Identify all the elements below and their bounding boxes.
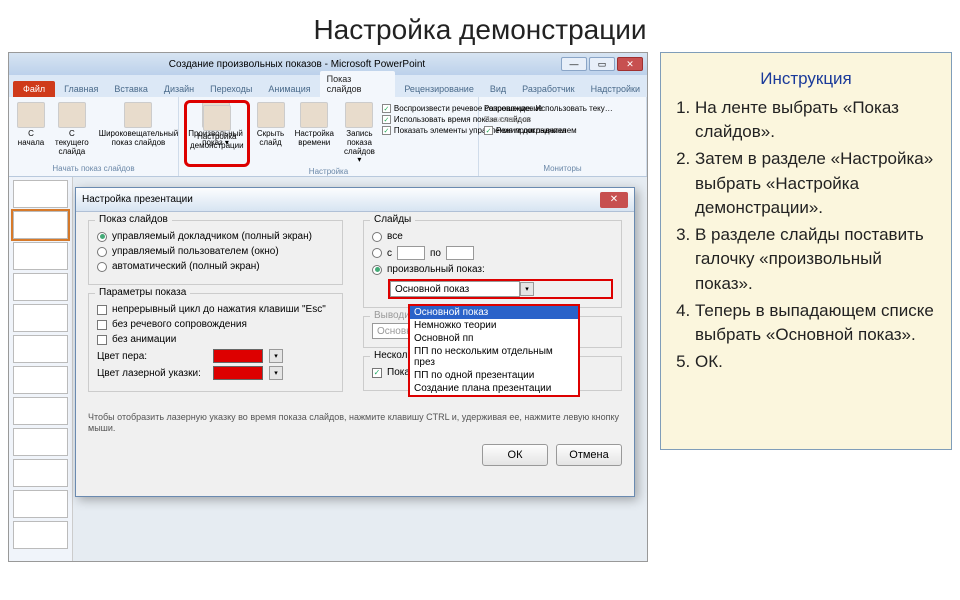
- custom-show-dropdown[interactable]: Основной показ Немножко теории Основной …: [408, 304, 580, 397]
- pen-color-row[interactable]: Цвет пера:▾: [97, 349, 334, 363]
- presenter-view-check[interactable]: ✓Режим докладчика: [484, 126, 641, 135]
- radio-custom-show[interactable]: произвольный показ:: [372, 264, 613, 275]
- check-loop[interactable]: непрерывный цикл до нажатия клавиши "Esc…: [97, 304, 334, 315]
- thumb-3[interactable]: [13, 242, 68, 270]
- hide-slide-button[interactable]: Скрыть слайд: [254, 100, 288, 167]
- custom-show-combo[interactable]: Основной показ ▾: [388, 279, 613, 299]
- dialog-note: Чтобы отобразить лазерную указку во врем…: [76, 408, 634, 438]
- setup-show-dialog: Настройка презентации ✕ Показ слайдов уп…: [75, 187, 635, 497]
- instruction-panel: Инструкция На ленте выбрать «Показ слайд…: [660, 52, 952, 450]
- maximize-button[interactable]: ▭: [589, 57, 615, 71]
- group-monitors-label: Мониторы: [484, 164, 641, 173]
- tab-slideshow[interactable]: Показ слайдов: [320, 71, 396, 97]
- group-setup-label: Настройка: [184, 167, 473, 176]
- broadcast-button[interactable]: Широковещательный показ слайдов: [96, 100, 181, 158]
- radio-auto[interactable]: автоматический (полный экран): [97, 261, 334, 272]
- dropdown-option[interactable]: ПП по нескольким отдельным през: [410, 345, 578, 369]
- minimize-button[interactable]: —: [561, 57, 587, 71]
- dialog-title: Настройка презентации: [82, 194, 193, 205]
- tab-insert[interactable]: Вставка: [107, 81, 154, 97]
- close-button[interactable]: ✕: [617, 57, 643, 71]
- tab-view[interactable]: Вид: [483, 81, 513, 97]
- ok-button[interactable]: ОК: [482, 444, 548, 466]
- show-options-legend: Параметры показа: [95, 287, 190, 298]
- from-spin[interactable]: [397, 246, 425, 260]
- instruction-step: В разделе слайды поставить галочку «прои…: [695, 223, 935, 297]
- thumb-12[interactable]: [13, 521, 68, 549]
- tab-animations[interactable]: Анимация: [261, 81, 317, 97]
- dropdown-option[interactable]: Немножко теории: [410, 319, 578, 332]
- show-options-group: Параметры показа непрерывный цикл до наж…: [88, 293, 343, 392]
- laser-color-row[interactable]: Цвет лазерной указки:▾: [97, 366, 334, 380]
- from-current-button[interactable]: С текущего слайда: [52, 100, 92, 158]
- dialog-titlebar: Настройка презентации ✕: [76, 188, 634, 212]
- radio-from-to[interactable]: с по: [372, 246, 613, 260]
- page-title: Настройка демонстрации: [0, 0, 960, 52]
- tab-addins[interactable]: Надстройки: [584, 81, 647, 97]
- tab-transitions[interactable]: Переходы: [203, 81, 259, 97]
- thumb-2[interactable]: [13, 211, 68, 239]
- powerpoint-window: Создание произвольных показов - Microsof…: [8, 52, 648, 562]
- instruction-step: На ленте выбрать «Показ слайдов».: [695, 96, 935, 145]
- resolution-row[interactable]: Разрешение: Использовать теку…: [484, 104, 641, 113]
- tab-file[interactable]: Файл: [13, 81, 55, 97]
- tab-review[interactable]: Рецензирование: [397, 81, 481, 97]
- thumb-5[interactable]: [13, 304, 68, 332]
- instruction-step: Затем в разделе «Настройка» выбрать «Нас…: [695, 147, 935, 221]
- group-start-label: Начать показ слайдов: [14, 164, 173, 173]
- tab-developer[interactable]: Разработчик: [515, 81, 581, 97]
- to-spin[interactable]: [446, 246, 474, 260]
- setup-slideshow-button[interactable]: Настройка демонстрации: [184, 100, 250, 167]
- tab-design[interactable]: Дизайн: [157, 81, 201, 97]
- slide-thumbnails[interactable]: [9, 177, 73, 561]
- thumb-7[interactable]: [13, 366, 68, 394]
- check-no-narration[interactable]: без речевого сопровождения: [97, 319, 334, 330]
- radio-presenter[interactable]: управляемый докладчиком (полный экран): [97, 231, 334, 242]
- dropdown-option[interactable]: Основной пп: [410, 332, 578, 345]
- cancel-button[interactable]: Отмена: [556, 444, 622, 466]
- thumb-9[interactable]: [13, 428, 68, 456]
- ribbon-tabs: Файл Главная Вставка Дизайн Переходы Ани…: [9, 75, 647, 97]
- check-no-animation[interactable]: без анимации: [97, 334, 334, 345]
- ribbon: С начала С текущего слайда Широковещател…: [9, 97, 647, 177]
- slides-legend: Слайды: [370, 214, 415, 225]
- show-type-legend: Показ слайдов: [95, 214, 172, 225]
- instruction-title: Инструкция: [677, 67, 935, 92]
- slides-group: Слайды все с по произвольный показ: Осно…: [363, 220, 622, 308]
- show-on-row: Показать на:: [484, 115, 641, 124]
- thumb-11[interactable]: [13, 490, 68, 518]
- thumb-6[interactable]: [13, 335, 68, 363]
- rehearse-button[interactable]: Настройка времени: [292, 100, 337, 167]
- dropdown-option[interactable]: ПП по одной презентации: [410, 369, 578, 382]
- custom-show-value: Основной показ: [390, 281, 520, 297]
- instruction-step: ОК.: [695, 350, 935, 375]
- dialog-close-button[interactable]: ✕: [600, 192, 628, 208]
- instruction-step: Теперь в выпадающем списке выбрать «Осно…: [695, 299, 935, 348]
- record-button[interactable]: Запись показа слайдов ▾: [341, 100, 378, 167]
- tab-home[interactable]: Главная: [57, 81, 105, 97]
- from-beginning-button[interactable]: С начала: [14, 100, 48, 158]
- chevron-down-icon[interactable]: ▾: [520, 282, 534, 296]
- radio-user[interactable]: управляемый пользователем (окно): [97, 246, 334, 257]
- dropdown-option[interactable]: Основной показ: [410, 306, 578, 319]
- window-title: Создание произвольных показов - Microsof…: [169, 59, 425, 70]
- instruction-list: На ленте выбрать «Показ слайдов». Затем …: [677, 96, 935, 375]
- thumb-4[interactable]: [13, 273, 68, 301]
- thumb-10[interactable]: [13, 459, 68, 487]
- dropdown-option[interactable]: Создание плана презентации: [410, 382, 578, 395]
- show-type-group: Показ слайдов управляемый докладчиком (п…: [88, 220, 343, 285]
- thumb-1[interactable]: [13, 180, 68, 208]
- radio-all[interactable]: все: [372, 231, 613, 242]
- thumb-8[interactable]: [13, 397, 68, 425]
